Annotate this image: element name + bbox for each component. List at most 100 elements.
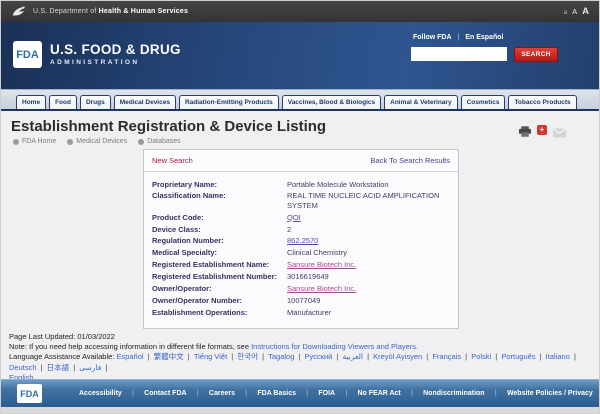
language-link-[interactable]: 繁體中文 [154, 352, 184, 361]
nav-tab-tobacco-products[interactable]: Tobacco Products [508, 95, 576, 109]
language-link-fran-ais[interactable]: Français [432, 352, 461, 361]
footer-link-fda-basics[interactable]: FDA Basics [257, 390, 296, 397]
new-search-link[interactable]: New Search [152, 156, 193, 165]
table-row: Owner/Operator:Sansure Biotech Inc. [152, 284, 450, 293]
footer-link-contact-fda[interactable]: Contact FDA [144, 390, 186, 397]
language-link-espa-ol[interactable]: Español [116, 352, 143, 361]
hhs-utility-bar: U.S. Department of Health & Human Servic… [1, 1, 599, 22]
language-separator: | [365, 352, 371, 361]
page-bottom-strip [1, 407, 599, 414]
language-link-ti-ng-vi-t[interactable]: Tiếng Việt [194, 352, 227, 361]
page-action-icons: + [519, 124, 566, 135]
detail-value: Portable Molecule Workstation [287, 180, 450, 189]
language-separator: | [103, 363, 107, 372]
footer-link-separator: | [306, 390, 308, 397]
header-link-divider: | [458, 34, 460, 41]
nav-tab-drugs[interactable]: Drugs [80, 95, 111, 109]
en-espanol-link[interactable]: En Español [465, 34, 503, 41]
table-row: Registered Establishment Number:30166196… [152, 272, 450, 281]
font-size-control-1[interactable]: A [572, 7, 577, 16]
nav-tab-radiation-emitting-products[interactable]: Radiation-Emitting Products [179, 95, 279, 109]
language-separator: | [334, 352, 340, 361]
detail-value: 10077049 [287, 296, 450, 305]
language-assistance-label: Language Assistance Available: [9, 352, 114, 361]
language-link-deutsch[interactable]: Deutsch [9, 363, 37, 372]
hhs-eagle-logo-icon [11, 5, 27, 18]
table-row: Establishment Operations:Manufacturer [152, 308, 450, 317]
font-size-controls: aAA [564, 6, 589, 17]
language-separator: | [424, 352, 430, 361]
language-separator: | [186, 352, 192, 361]
language-separator: | [146, 352, 152, 361]
language-link-[interactable]: Русский [305, 352, 333, 361]
language-link-tagalog[interactable]: Tagalog [268, 352, 294, 361]
header-search-input[interactable] [411, 47, 507, 61]
fda-logo[interactable]: FDA [13, 41, 42, 68]
footer-link-foia[interactable]: FOIA [318, 390, 335, 397]
detail-label: Proprietary Name: [152, 180, 280, 189]
language-separator: | [39, 363, 45, 372]
language-separator: | [493, 352, 499, 361]
detail-value-link[interactable]: QOI [287, 213, 301, 222]
footer-link-separator: | [345, 390, 347, 397]
email-icon[interactable] [553, 125, 566, 135]
follow-fda-link[interactable]: Follow FDA [413, 34, 452, 41]
footer-link-nondiscrimination[interactable]: Nondiscrimination [423, 390, 484, 397]
device-detail-panel: New Search Back To Search Results Propri… [143, 149, 459, 329]
font-size-control-2[interactable]: A [582, 6, 589, 17]
nav-tab-cosmetics[interactable]: Cosmetics [461, 95, 506, 109]
language-link-[interactable]: فارسی [79, 363, 101, 372]
footer-link-separator: | [245, 390, 247, 397]
footer-link-no-fear-act[interactable]: No FEAR Act [357, 390, 400, 397]
detail-value: Manufacturer [287, 308, 450, 317]
detail-label: Regulation Number: [152, 236, 280, 245]
nav-tab-animal-veterinary[interactable]: Animal & Veterinary [384, 95, 457, 109]
font-size-control-0[interactable]: a [564, 10, 567, 16]
language-link-portugu-s[interactable]: Português [501, 352, 535, 361]
detail-value-link[interactable]: Sansure Biotech Inc. [287, 284, 356, 293]
language-link-[interactable]: 日本語 [47, 363, 70, 372]
detail-value-link[interactable]: Sansure Biotech Inc. [287, 260, 356, 269]
printer-icon[interactable] [519, 124, 531, 135]
table-row: Regulation Number: 862.2570 [152, 236, 450, 245]
nav-tab-medical-devices[interactable]: Medical Devices [114, 95, 176, 109]
language-link-[interactable]: العربية [343, 352, 364, 361]
footer-fda-logo[interactable]: FDA [17, 384, 42, 403]
breadcrumb-link-databases[interactable]: Databases [138, 138, 180, 145]
breadcrumb-bullet-icon [67, 139, 73, 145]
detail-label: Device Class: [152, 225, 280, 234]
fda-title-line2: ADMINISTRATION [50, 59, 181, 66]
nav-tabs: HomeFoodDrugsMedical DevicesRadiation-Em… [16, 95, 577, 109]
nav-tab-vaccines-blood-biologics[interactable]: Vaccines, Blood & Biologics [282, 95, 381, 109]
language-separator: | [260, 352, 266, 361]
nav-tab-home[interactable]: Home [16, 95, 46, 109]
nav-tab-food[interactable]: Food [49, 95, 77, 109]
language-link-polski[interactable]: Polski [471, 352, 491, 361]
language-link-krey-l-ayisyen[interactable]: Kreyòl Ayisyen [373, 352, 422, 361]
downloading-viewers-link[interactable]: Instructions for Downloading Viewers and… [251, 342, 418, 351]
breadcrumb-bullet-icon [138, 139, 144, 145]
footer-link-accessibility[interactable]: Accessibility [79, 390, 122, 397]
fda-site-title: U.S. FOOD & DRUG ADMINISTRATION [50, 42, 181, 66]
table-row: Device Class:2 [152, 225, 450, 234]
site-footer: FDA Accessibility | Contact FDA | Careers | FD… [1, 379, 599, 407]
detail-value: QOI [287, 213, 450, 222]
breadcrumb-label: Medical Devices [76, 138, 127, 145]
footer-link-website-policies-privacy[interactable]: Website Policies / Privacy [507, 390, 593, 397]
language-link-italiano[interactable]: Italiano [546, 352, 570, 361]
detail-label: Product Code: [152, 213, 280, 222]
breadcrumb: FDA Home Medical Devices Databases [13, 138, 181, 145]
header-search-button[interactable]: SEARCH [514, 47, 558, 62]
detail-value-link[interactable]: 862.2570 [287, 236, 318, 245]
detail-value: 862.2570 [287, 236, 450, 245]
breadcrumb-link-fda-home[interactable]: FDA Home [13, 138, 56, 145]
footer-link-careers[interactable]: Careers [209, 390, 235, 397]
language-separator: | [229, 352, 235, 361]
breadcrumb-link-medical-devices[interactable]: Medical Devices [67, 138, 127, 145]
note-text: Note: If you need help accessing informa… [9, 342, 249, 351]
language-link-[interactable]: 한국어 [237, 352, 258, 361]
footer-link-separator: | [132, 390, 134, 397]
back-to-search-results-link[interactable]: Back To Search Results [371, 156, 450, 165]
fda-logo-text: FDA [16, 49, 39, 61]
share-icon[interactable]: + [537, 125, 547, 135]
